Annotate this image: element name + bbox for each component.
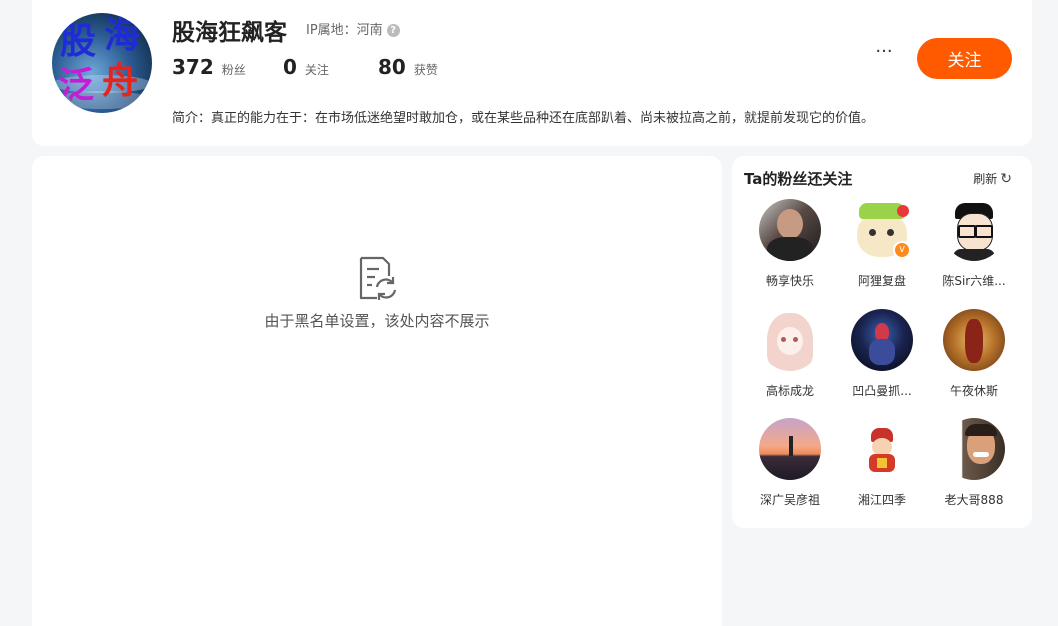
recommend-user[interactable]: 畅享快乐	[744, 199, 836, 289]
more-options-button[interactable]: ···	[870, 42, 898, 70]
user-avatar	[759, 309, 821, 371]
document-refresh-icon	[359, 256, 397, 300]
user-avatar	[759, 418, 821, 480]
user-name: 深广吴彦祖	[759, 493, 820, 507]
stat-number: 80	[378, 55, 406, 79]
user-name: 畅享快乐	[765, 274, 814, 288]
user-name: 午夜休斯	[949, 384, 998, 398]
user-name: 凹凸曼抓...	[852, 384, 912, 398]
recommend-user[interactable]: V 阿狸复盘	[836, 199, 928, 289]
stat-following[interactable]: 0 关注	[283, 55, 329, 79]
recommend-title: Ta的粉丝还关注	[744, 170, 853, 188]
recommend-user[interactable]: 湘江四季	[836, 418, 928, 508]
user-avatar	[943, 199, 1005, 261]
recommend-user[interactable]: 高标成龙	[744, 309, 836, 399]
ip-location-label: IP属地：河南	[306, 23, 383, 38]
avatar-glyph: 股	[60, 20, 97, 62]
refresh-button[interactable]: 刷新 ↻	[973, 170, 1012, 187]
profile-card: 股 海 泛 舟 股海狂飙客 IP属地：河南? 372 粉丝 0 关注 80 获赞 简介…	[32, 0, 1032, 146]
recommend-user[interactable]: 陈Sir六维...	[928, 199, 1020, 289]
user-avatar	[851, 309, 913, 371]
user-avatar	[943, 418, 1005, 480]
stat-number: 0	[283, 55, 297, 79]
help-icon[interactable]: ?	[386, 24, 400, 37]
content-panel: 由于黑名单设置，该处内容不展示	[32, 156, 722, 626]
empty-state-message: 由于黑名单设置，该处内容不展示	[264, 312, 490, 330]
user-name: 湘江四季	[857, 493, 906, 507]
stat-label: 获赞	[413, 63, 438, 77]
profile-bio: 简介：真正的能力在于：在市场低迷绝望时敢加仓，或在某些品种还在底部趴着、尚未被拉…	[172, 111, 875, 126]
user-name: 高标成龙	[765, 384, 814, 398]
recommend-user[interactable]: 凹凸曼抓...	[836, 309, 928, 399]
recommend-user[interactable]: 老大哥888	[928, 418, 1020, 508]
stat-label: 关注	[304, 63, 329, 77]
user-name: 阿狸复盘	[857, 274, 906, 288]
verified-badge: V	[893, 241, 911, 259]
ip-location: IP属地：河南?	[306, 19, 400, 38]
recommend-user[interactable]: 深广吴彦祖	[744, 418, 836, 508]
stat-number: 372	[172, 55, 214, 79]
avatar-glyph: 海	[104, 14, 141, 56]
stat-likes: 80 获赞	[378, 55, 438, 79]
profile-avatar[interactable]: 股 海 泛 舟	[52, 13, 152, 113]
refresh-icon: ↻	[1000, 171, 1012, 187]
user-name: 老大哥888	[944, 493, 1004, 507]
user-avatar	[851, 418, 913, 480]
user-avatar	[943, 309, 1005, 371]
recommend-user[interactable]: 午夜休斯	[928, 309, 1020, 399]
recommend-panel: Ta的粉丝还关注 刷新 ↻ 畅享快乐 V 阿狸复盘 陈Sir六维... 高标成龙…	[732, 156, 1032, 528]
user-avatar: V	[851, 199, 913, 261]
user-name: 陈Sir六维...	[942, 274, 1006, 288]
user-avatar	[759, 199, 821, 261]
stat-label: 粉丝	[221, 63, 246, 77]
profile-name: 股海狂飙客	[172, 20, 287, 46]
follow-button[interactable]: 关注	[917, 38, 1012, 79]
avatar-glyph: 泛	[58, 64, 95, 106]
refresh-label: 刷新	[973, 172, 998, 186]
stat-fans[interactable]: 372 粉丝	[172, 55, 246, 79]
avatar-glyph: 舟	[102, 60, 139, 102]
